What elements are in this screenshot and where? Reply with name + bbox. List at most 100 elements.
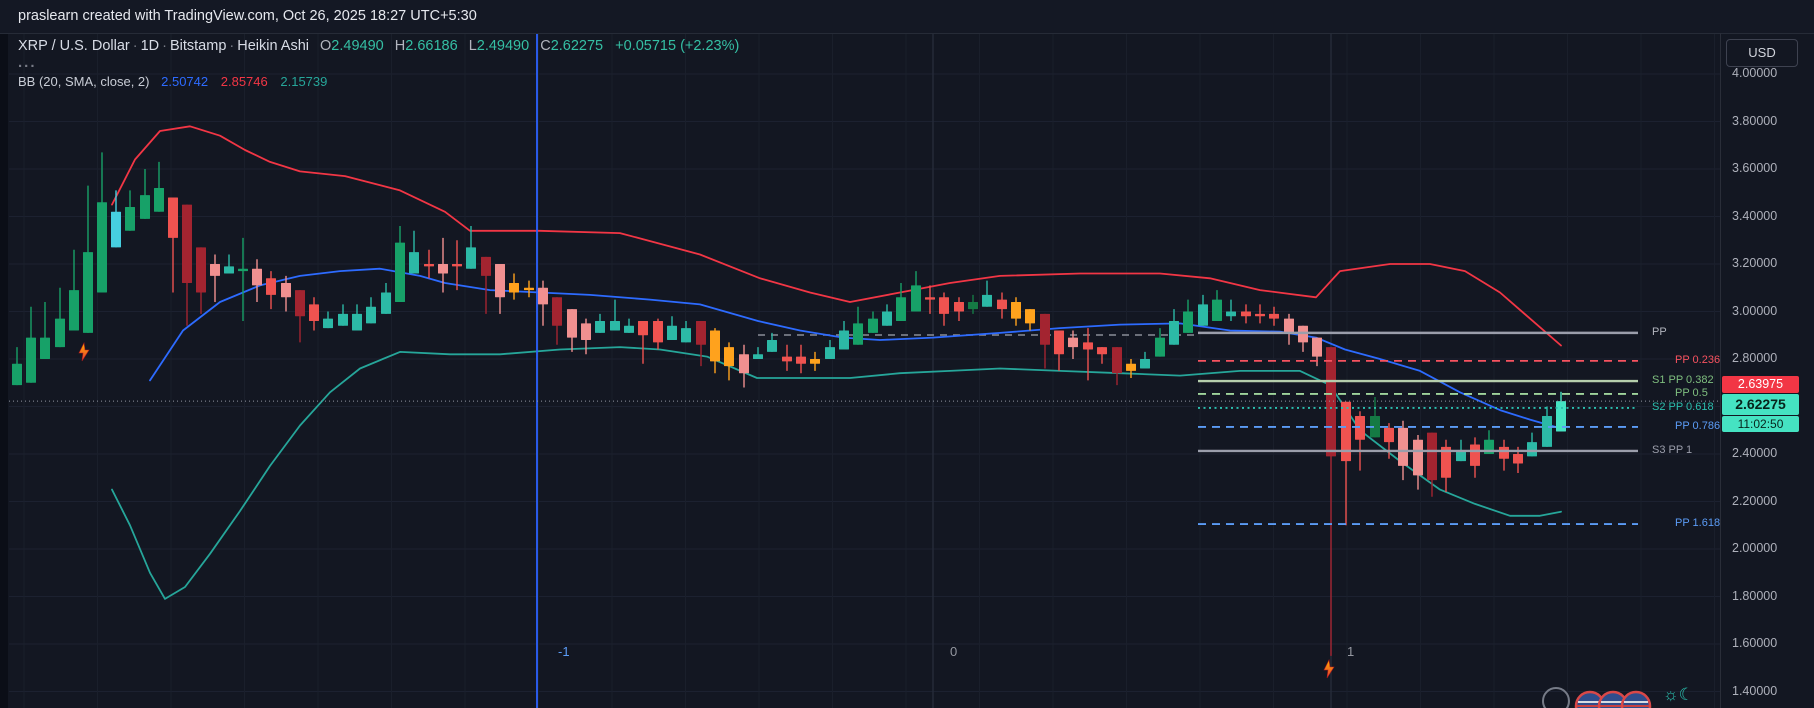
candle-body [55, 318, 65, 348]
pivot-label: S1 PP 0.382 [1652, 374, 1714, 387]
candle-body [1011, 302, 1021, 319]
candle-body [1040, 313, 1050, 345]
price-tick-label: 3.60000 [1732, 161, 1778, 175]
candle-body [882, 311, 892, 326]
month-label: 0 [950, 644, 958, 659]
candle-body [1542, 416, 1552, 447]
candle-body [954, 302, 964, 312]
bb-legend-row[interactable]: BB (20, SMA, close, 2) 2.50742 2.85746 2… [18, 74, 739, 89]
lightning-icon [1323, 659, 1335, 679]
candle-body [1255, 313, 1265, 317]
candle-body [839, 330, 849, 350]
candle-body [1226, 311, 1236, 317]
candle-body [810, 359, 820, 364]
candle-body [481, 256, 491, 276]
candle-body [338, 313, 348, 326]
alert-price-tag: 2.63975 [1722, 376, 1799, 393]
price-tick-label: 3.80000 [1732, 113, 1778, 128]
candle-body [210, 264, 220, 276]
candle-body [1198, 304, 1208, 326]
candle-body [968, 302, 978, 310]
candle-body [182, 204, 192, 283]
price-tick-label: 1.80000 [1732, 588, 1778, 603]
symbol-legend-row[interactable]: XRP / U.S. Dollar · 1D · Bitstamp · Heikin Ash… [18, 38, 739, 54]
currency-toggle-button[interactable]: USD [1726, 39, 1798, 67]
bb-label[interactable]: BB (20, SMA, close, 2) [18, 74, 150, 89]
candle-body [853, 323, 863, 345]
pivot-label: PP [1652, 325, 1667, 338]
bar-countdown-tag: 11:02:50 [1722, 416, 1799, 432]
candle-body [997, 299, 1007, 310]
candle-body [395, 242, 405, 302]
candle-body [1384, 427, 1394, 443]
pivot-label: PP 0.5 [1675, 386, 1708, 399]
candle-body [796, 356, 806, 364]
candle-body [1427, 432, 1437, 481]
candle-body [1527, 442, 1537, 457]
pane-top-border [0, 33, 1814, 34]
candle-body [452, 264, 462, 267]
high-value: 2.66186 [405, 38, 458, 54]
candle-body [409, 252, 419, 274]
candle-body [610, 321, 620, 331]
pivot-label: S2 PP 0.618 [1652, 400, 1714, 413]
price-tick-label: 3.00000 [1732, 303, 1778, 318]
candle-body [323, 318, 333, 329]
candle-body [69, 290, 79, 331]
candle-body [40, 337, 50, 359]
candle-body [581, 323, 591, 340]
open-value: 2.49490 [331, 38, 384, 54]
candle-body [1513, 454, 1523, 464]
bb-basis-value: 2.50742 [161, 74, 209, 89]
candle-body [83, 252, 93, 333]
candle-body [1284, 318, 1294, 333]
candle-body [495, 264, 505, 298]
candle-body [281, 283, 291, 298]
candle-body [1341, 401, 1351, 462]
lightning-icon [78, 342, 90, 362]
legend-more-button[interactable]: ... [18, 55, 739, 70]
exchange[interactable]: Bitstamp [170, 38, 226, 54]
high-label: H [394, 38, 406, 54]
candle-body [753, 354, 763, 359]
candle-body [1470, 444, 1480, 466]
candle-body [238, 268, 248, 272]
candle-body [1126, 363, 1136, 371]
price-tick-label: 2.80000 [1732, 351, 1778, 365]
open-label: O [320, 38, 332, 54]
pivot-label: S3 PP 1 [1652, 443, 1693, 456]
close-label: C [540, 38, 551, 54]
price-tick-label: 4.00000 [1732, 66, 1778, 80]
change-value: +0.05715 (+2.23%) [615, 38, 740, 54]
candle-body [825, 347, 835, 359]
symbol-title[interactable]: XRP / U.S. Dollar [18, 38, 130, 54]
candle-body [309, 304, 319, 321]
candle-body [638, 321, 648, 336]
price-tick-label: 3.40000 [1732, 208, 1778, 223]
candle-body [224, 266, 234, 274]
candle-body [366, 306, 376, 324]
candle-body [1068, 337, 1078, 348]
low-value: 2.49490 [476, 38, 530, 54]
candle-body [552, 297, 562, 326]
chart-window: praslearn created with TradingView.com, … [0, 0, 1814, 708]
interval[interactable]: 1D [141, 38, 160, 54]
candle-body [868, 318, 878, 333]
pivot-label: PP 0.236 [1675, 353, 1721, 366]
chart-style[interactable]: Heikin Ashi [237, 38, 309, 54]
candle-body [524, 287, 534, 291]
month-label: -1 [558, 644, 570, 659]
candle-body [653, 321, 663, 343]
bb-upper-value: 2.85746 [220, 74, 268, 89]
candle-body [595, 321, 605, 333]
candle-body [140, 195, 150, 219]
candle-body [1054, 330, 1064, 355]
pivot-label: PP 1.618 [1675, 517, 1721, 530]
price-axis-border [1720, 33, 1721, 708]
bb-lower-value: 2.15739 [280, 74, 328, 89]
candle-body [1241, 311, 1251, 317]
price-chart-canvas[interactable]: ☼☾ [0, 0, 1814, 708]
candle-body [1169, 321, 1179, 345]
low-label: L [468, 38, 477, 54]
left-gutter [0, 33, 8, 708]
